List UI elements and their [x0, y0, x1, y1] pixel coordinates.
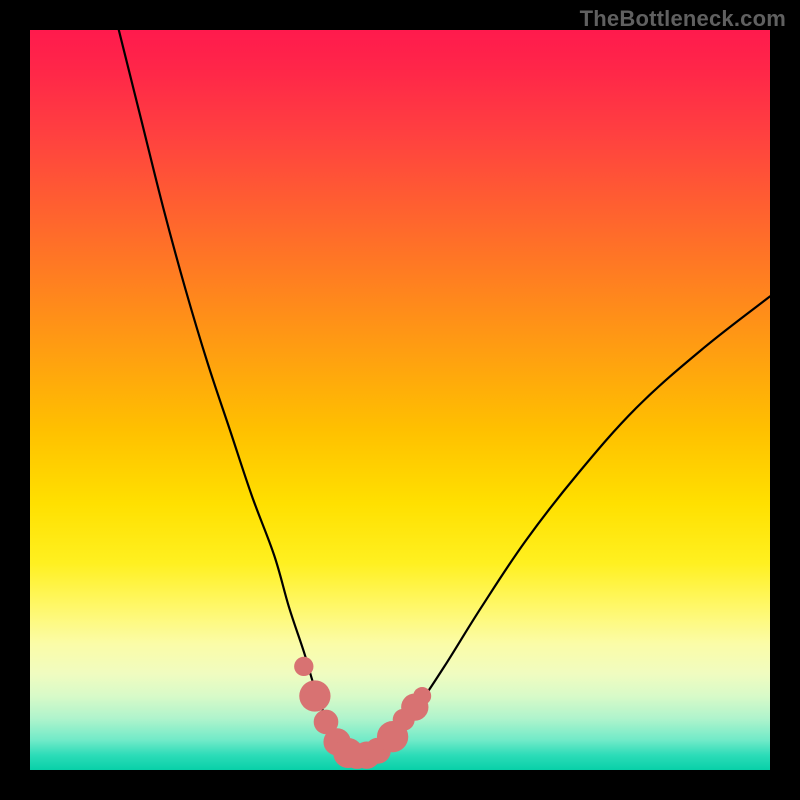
chart-frame: TheBottleneck.com [0, 0, 800, 800]
marker-dot [413, 687, 431, 705]
plot-area [30, 30, 770, 770]
chart-svg [30, 30, 770, 770]
bottleneck-curve [119, 30, 770, 757]
highlight-markers [294, 657, 431, 769]
watermark-text: TheBottleneck.com [580, 6, 786, 32]
marker-dot [294, 657, 313, 676]
marker-dot [299, 680, 330, 711]
